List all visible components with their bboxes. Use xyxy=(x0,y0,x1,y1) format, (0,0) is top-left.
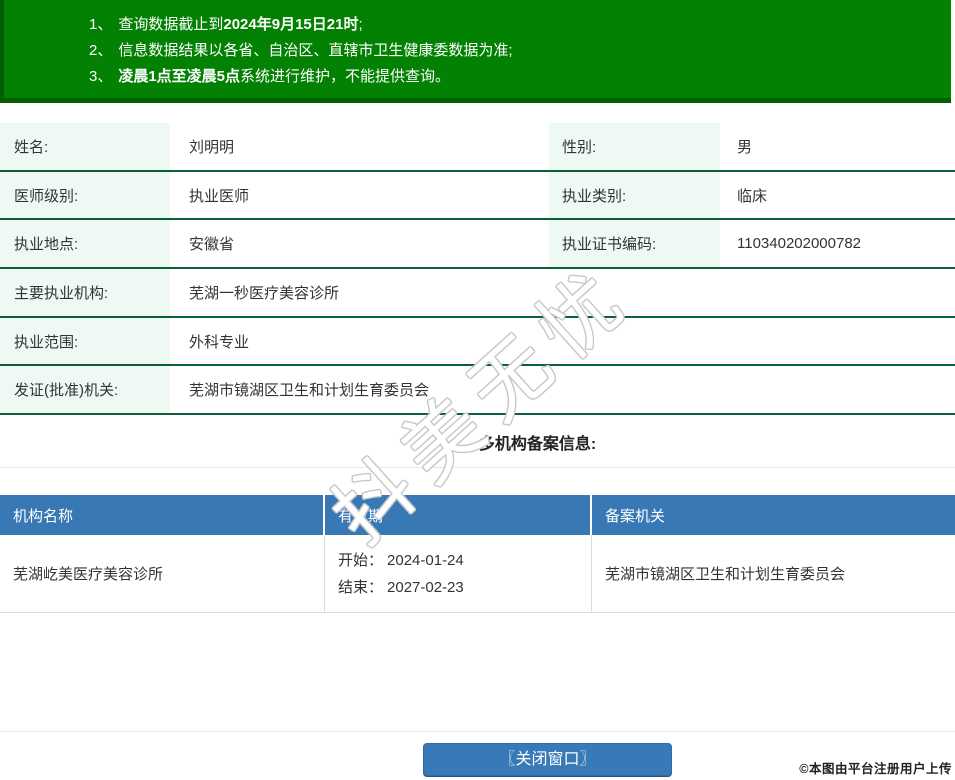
notice-line-1: 1、 查询数据截止到2024年9月15日21时; xyxy=(89,12,951,38)
notice-line-3: 3、 凌晨1点至凌晨5点系统进行维护，不能提供查询。 xyxy=(89,64,951,90)
field-value-doctor-level: 执业医师 xyxy=(189,187,250,205)
notice-box: 1、 查询数据截止到2024年9月15日21时; 2、 信息数据结果以各省、自治区、… xyxy=(0,0,951,103)
field-label-practice-scope: 执业范围: xyxy=(0,317,170,365)
field-value-certificate-number: 110340202000782 xyxy=(737,235,862,253)
practitioner-info-table: 姓名: 刘明明 性别: 男 医师级别: 执业医师 执业类别: 临床 执业地点: … xyxy=(0,123,955,416)
info-row-location-certificate: 执业地点: 安徽省 执业证书编码: 110340202000782 xyxy=(0,220,955,270)
column-header-validity: 有效期 xyxy=(325,495,592,536)
start-date: 2024-01-24 xyxy=(387,551,464,569)
field-value-gender: 男 xyxy=(737,138,753,156)
field-label-certificate-number: 执业证书编码: xyxy=(549,220,720,268)
field-value-issuing-authority: 芜湖市镜湖区卫生和计划生育委员会 xyxy=(189,382,430,400)
field-value-main-institution: 芜湖一秒医疗美容诊所 xyxy=(189,284,340,302)
info-row-main-institution: 主要执业机构: 芜湖一秒医疗美容诊所 xyxy=(0,269,955,318)
field-value-practice-location: 安徽省 xyxy=(189,236,235,254)
org-name-cell: 芜湖屹美医疗美容诊所 xyxy=(0,535,325,613)
field-value-practice-category: 临床 xyxy=(737,187,768,205)
field-label-practice-category: 执业类别: xyxy=(549,171,720,219)
field-label-issuing-authority: 发证(批准)机关: xyxy=(0,366,170,414)
field-label-gender: 性别: xyxy=(549,123,720,170)
info-row-name-gender: 姓名: 刘明明 性别: 男 xyxy=(0,123,955,172)
notice-text: 查询数据截止到 xyxy=(118,16,224,33)
filing-authority-cell: 芜湖市镜湖区卫生和计划生育委员会 xyxy=(605,566,846,584)
validity-end: 结束： 2027-02-23 xyxy=(338,574,464,601)
field-label-name: 姓名: xyxy=(0,123,170,170)
notice-text: 信息数据结果以各省、自治区、直辖市卫生健康委数据为准; xyxy=(118,42,513,59)
end-date: 2027-02-23 xyxy=(387,578,464,596)
footer-divider xyxy=(0,731,955,733)
platform-credit-text: ©本图由平台注册用户上传 xyxy=(799,762,952,776)
info-row-issuing-authority: 发证(批准)机关: 芜湖市镜湖区卫生和计划生育委员会 xyxy=(0,366,955,416)
end-label: 结束： xyxy=(338,578,384,596)
validity-start: 开始： 2024-01-24 xyxy=(338,547,464,574)
table-row: 芜湖屹美医疗美容诊所 开始： 2024-01-24 结束： 2027-02-23 芜… xyxy=(0,535,955,614)
notice-number: 1、 xyxy=(89,16,113,33)
close-window-button[interactable]: 〖关闭窗口〗 xyxy=(423,743,672,777)
field-label-main-institution: 主要执业机构: xyxy=(0,269,170,316)
info-row-level-category: 医师级别: 执业医师 执业类别: 临床 xyxy=(0,171,955,221)
notice-text: 系统进行维护，不能提供查询。 xyxy=(240,68,451,85)
field-label-practice-location: 执业地点: xyxy=(0,220,170,268)
field-label-doctor-level: 医师级别: xyxy=(0,171,170,219)
notice-text-bold: 2024年9月15日21时 xyxy=(223,16,359,33)
field-value-practice-scope: 外科专业 xyxy=(189,333,250,351)
filing-table: 机构名称 有效期 备案机关 芜湖屹美医疗美容诊所 开始： 2024-01-24 结… xyxy=(0,495,955,614)
column-header-org-name: 机构名称 xyxy=(0,495,325,536)
info-row-practice-scope: 执业范围: 外科专业 xyxy=(0,317,955,367)
notice-number: 3、 xyxy=(89,68,113,85)
field-value-name: 刘明明 xyxy=(189,138,235,156)
notice-text: ; xyxy=(358,16,363,33)
filing-table-header: 机构名称 有效期 备案机关 xyxy=(0,495,955,536)
notice-text-bold: 凌晨1点至凌晨5点 xyxy=(118,68,241,85)
column-header-filing-authority: 备案机关 xyxy=(605,507,666,525)
notice-number: 2、 xyxy=(89,42,113,59)
section-title: 多机构备案信息: xyxy=(478,436,597,454)
multi-institution-section: 多机构备案信息: xyxy=(0,415,955,469)
validity-cell: 开始： 2024-01-24 结束： 2027-02-23 xyxy=(325,535,592,613)
notice-line-2: 2、 信息数据结果以各省、自治区、直辖市卫生健康委数据为准; xyxy=(89,38,951,64)
start-label: 开始： xyxy=(338,551,384,569)
